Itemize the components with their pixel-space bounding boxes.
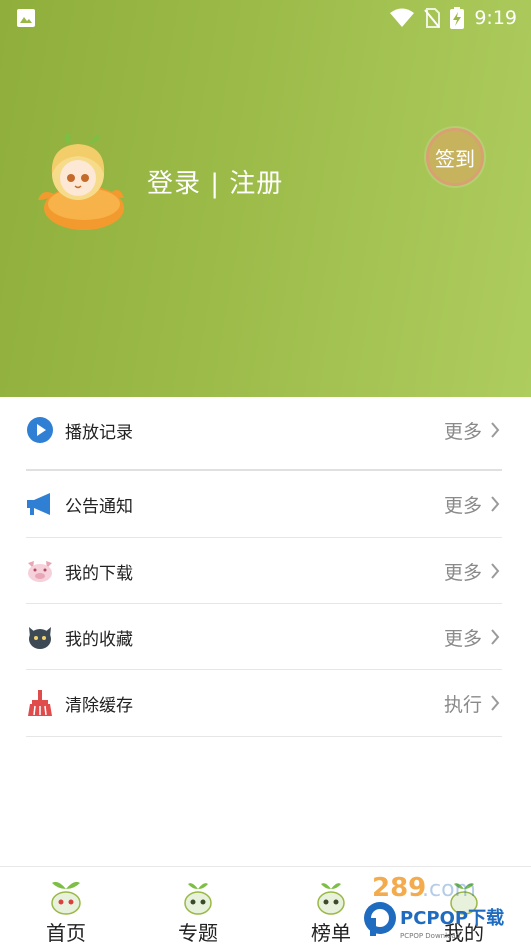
chevron-right-icon — [491, 563, 500, 579]
more-text: 更多 — [443, 627, 482, 650]
menu-item-label: 播放记录 — [65, 422, 133, 443]
more-text: 更多 — [443, 494, 482, 517]
cat-icon — [26, 623, 54, 651]
tab-label: 专题 — [178, 921, 218, 945]
menu-item-action: 执行 — [444, 690, 500, 717]
sprout-mascot-icon — [317, 883, 345, 915]
avatar[interactable] — [28, 128, 132, 232]
more-text: 更多 — [443, 420, 482, 443]
image-notification-icon — [17, 9, 35, 27]
broom-icon — [26, 689, 54, 717]
watermark-logo: 289 .com PCPOP下载 PCPOP Download — [364, 873, 504, 940]
menu-item-downloads[interactable]: 我的下载 更多 — [26, 538, 502, 604]
tab-topics[interactable]: 专题 — [153, 867, 243, 952]
sprout-mascot-icon — [184, 883, 212, 915]
menu-item-action: 更多 — [444, 417, 500, 444]
menu-item-action: 更多 — [444, 491, 500, 518]
sprout-mascot-icon — [51, 881, 81, 915]
battery-charging-icon — [450, 7, 465, 29]
menu-item-announcements[interactable]: 公告通知 更多 — [26, 471, 502, 537]
chevron-right-icon — [491, 496, 500, 512]
chevron-right-icon — [491, 695, 500, 711]
menu-item-favorites[interactable]: 我的收藏 更多 — [26, 604, 502, 670]
menu-item-clear-cache[interactable]: 清除缓存 执行 — [26, 670, 502, 736]
svg-text:.com: .com — [422, 877, 476, 902]
status-time: 9:19 — [474, 7, 517, 29]
megaphone-icon — [26, 490, 54, 518]
no-sim-icon — [424, 8, 441, 28]
tab-label: 首页 — [46, 921, 86, 945]
menu-item-play-history[interactable]: 播放记录 更多 — [26, 397, 502, 463]
menu-item-label: 公告通知 — [65, 496, 133, 517]
menu-item-action: 更多 — [444, 558, 500, 585]
svg-text:289: 289 — [372, 873, 426, 903]
watermark-subtext: PCPOP Download — [400, 932, 460, 940]
menu-item-label: 我的收藏 — [65, 629, 133, 650]
more-text: 更多 — [443, 561, 482, 584]
menu-item-label: 我的下载 — [65, 563, 133, 584]
tab-home[interactable]: 首页 — [21, 867, 111, 952]
menu-item-action: 更多 — [444, 624, 500, 651]
execute-text: 执行 — [443, 693, 482, 716]
login-register-link[interactable]: 登录 | 注册 — [147, 163, 283, 200]
divider — [26, 736, 502, 737]
status-bar: 9:19 — [0, 0, 531, 38]
pig-icon — [26, 557, 54, 585]
watermark-text: PCPOP下载 — [400, 907, 504, 929]
menu-item-label: 清除缓存 — [65, 695, 133, 716]
chevron-right-icon — [491, 629, 500, 645]
play-icon — [26, 416, 54, 444]
wifi-icon — [390, 8, 415, 27]
signin-label: 签到 — [435, 146, 475, 171]
chevron-right-icon — [491, 422, 500, 438]
signin-button[interactable]: 签到 — [426, 128, 484, 186]
